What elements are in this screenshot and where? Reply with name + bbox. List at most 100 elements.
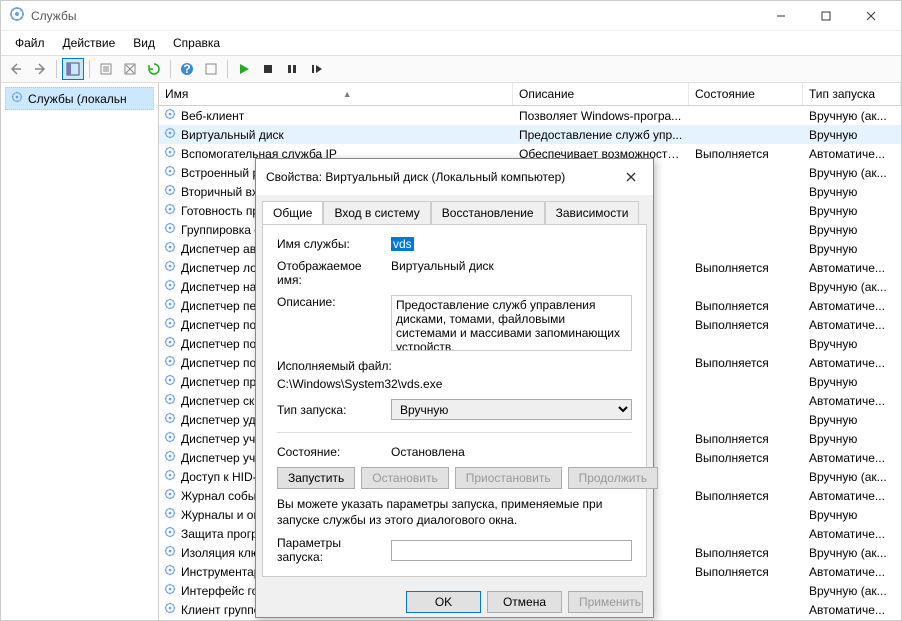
header-description[interactable]: Описание	[513, 83, 689, 105]
cancel-button[interactable]: Отмена	[487, 591, 562, 613]
gear-icon	[163, 183, 177, 200]
close-button[interactable]	[848, 1, 893, 31]
help-button[interactable]: ?	[176, 58, 198, 80]
service-start-cell: Автоматиче...	[803, 527, 901, 541]
gear-icon	[163, 411, 177, 428]
resume-button: Продолжить	[568, 467, 659, 489]
start-button[interactable]: Запустить	[277, 467, 355, 489]
start-service-button[interactable]	[233, 58, 255, 80]
select-startup-type[interactable]: Вручную	[391, 399, 632, 420]
back-button[interactable]	[5, 58, 27, 80]
service-start-cell: Автоматиче...	[803, 565, 901, 579]
gear-icon	[163, 240, 177, 257]
gear-icon	[163, 525, 177, 542]
service-start-cell: Вручную	[803, 508, 901, 522]
header-state[interactable]: Состояние	[689, 83, 803, 105]
gear-icon	[163, 278, 177, 295]
service-state-cell: Выполняется	[689, 546, 803, 560]
service-start-cell: Вручную (ак...	[803, 546, 901, 560]
table-row[interactable]: Виртуальный дискПредоставление служб упр…	[159, 125, 901, 144]
service-start-cell: Вручную (ак...	[803, 280, 901, 294]
service-name-cell: Виртуальный диск	[181, 128, 284, 142]
gear-icon	[163, 164, 177, 181]
value-description[interactable]	[391, 295, 632, 351]
header-name[interactable]: Имя▲	[159, 83, 513, 105]
header-startup[interactable]: Тип запуска	[803, 83, 901, 105]
service-start-cell: Вручную (ак...	[803, 109, 901, 123]
gear-icon	[163, 506, 177, 523]
gear-icon	[163, 468, 177, 485]
minimize-button[interactable]	[758, 1, 803, 31]
service-state-cell: Выполняется	[689, 356, 803, 370]
gear-icon	[163, 544, 177, 561]
dialog-close-button[interactable]	[619, 165, 643, 189]
gear-icon	[163, 316, 177, 333]
service-start-cell: Вручную	[803, 337, 901, 351]
service-start-cell: Вручную	[803, 413, 901, 427]
service-state-cell: Выполняется	[689, 451, 803, 465]
label-display-name: Отображаемое имя:	[277, 259, 387, 287]
label-exe-path: Исполняемый файл:	[277, 359, 632, 373]
value-display-name: Виртуальный диск	[391, 259, 632, 273]
service-properties-dialog: Свойства: Виртуальный диск (Локальный ко…	[255, 158, 654, 618]
menu-file[interactable]: Файл	[7, 33, 53, 53]
menubar: Файл Действие Вид Справка	[1, 31, 901, 55]
pause-button: Приостановить	[455, 467, 562, 489]
menu-help[interactable]: Справка	[165, 33, 228, 53]
forward-button[interactable]	[29, 58, 51, 80]
tab-body-general: Имя службы: vds Отображаемое имя: Виртуа…	[262, 224, 647, 577]
about-button[interactable]	[200, 58, 222, 80]
gear-icon	[163, 601, 177, 618]
service-state-cell: Выполняется	[689, 318, 803, 332]
service-start-cell: Вручную	[803, 375, 901, 389]
gear-icon	[163, 392, 177, 409]
gear-icon	[163, 487, 177, 504]
service-start-cell: Автоматиче...	[803, 299, 901, 313]
menu-action[interactable]: Действие	[55, 33, 124, 53]
service-state-cell: Выполняется	[689, 489, 803, 503]
tree-root-services[interactable]: Службы (локальн	[5, 87, 154, 110]
stop-service-button[interactable]	[257, 58, 279, 80]
apply-button: Применить	[568, 591, 643, 613]
service-start-cell: Вручную	[803, 185, 901, 199]
dialog-titlebar: Свойства: Виртуальный диск (Локальный ко…	[256, 159, 653, 195]
maximize-button[interactable]	[803, 1, 848, 31]
service-start-cell: Вручную	[803, 223, 901, 237]
gear-icon	[163, 373, 177, 390]
dialog-title: Свойства: Виртуальный диск (Локальный ко…	[266, 170, 619, 184]
service-start-cell: Вручную	[803, 432, 901, 446]
menu-view[interactable]: Вид	[125, 33, 163, 53]
help-text: Вы можете указать параметры запуска, при…	[277, 497, 632, 528]
gear-icon	[163, 221, 177, 238]
value-exe-path: C:\Windows\System32\vds.exe	[277, 377, 632, 391]
tab-dependencies[interactable]: Зависимости	[545, 201, 640, 224]
pause-service-button[interactable]	[281, 58, 303, 80]
value-service-name[interactable]: vds	[391, 237, 414, 251]
dialog-tabs: Общие Вход в систему Восстановление Зави…	[256, 195, 653, 224]
gear-icon	[163, 449, 177, 466]
service-start-cell: Вручную	[803, 242, 901, 256]
export-button[interactable]	[119, 58, 141, 80]
service-start-cell: Вручную	[803, 128, 901, 142]
refresh-button[interactable]	[143, 58, 165, 80]
tab-recovery[interactable]: Восстановление	[431, 201, 545, 224]
ok-button[interactable]: OK	[406, 591, 481, 613]
input-start-params[interactable]	[391, 540, 632, 561]
show-hide-tree-button[interactable]	[62, 58, 84, 80]
service-state-cell: Выполняется	[689, 261, 803, 275]
gear-icon	[163, 145, 177, 162]
service-start-cell: Вручную (ак...	[803, 470, 901, 484]
tree-pane: Службы (локальн	[1, 83, 159, 620]
titlebar: Службы	[1, 1, 901, 31]
table-row[interactable]: Веб-клиентПозволяет Windows-програ...Вру…	[159, 106, 901, 125]
gear-icon	[163, 259, 177, 276]
service-start-cell: Вручную (ак...	[803, 584, 901, 598]
tab-general[interactable]: Общие	[262, 201, 323, 224]
gear-icon	[163, 563, 177, 580]
properties-button[interactable]	[95, 58, 117, 80]
service-name-cell: Веб-клиент	[181, 109, 244, 123]
tab-logon[interactable]: Вход в систему	[323, 201, 430, 224]
service-start-cell: Автоматиче...	[803, 356, 901, 370]
service-state-cell: Выполняется	[689, 147, 803, 161]
restart-service-button[interactable]	[305, 58, 327, 80]
